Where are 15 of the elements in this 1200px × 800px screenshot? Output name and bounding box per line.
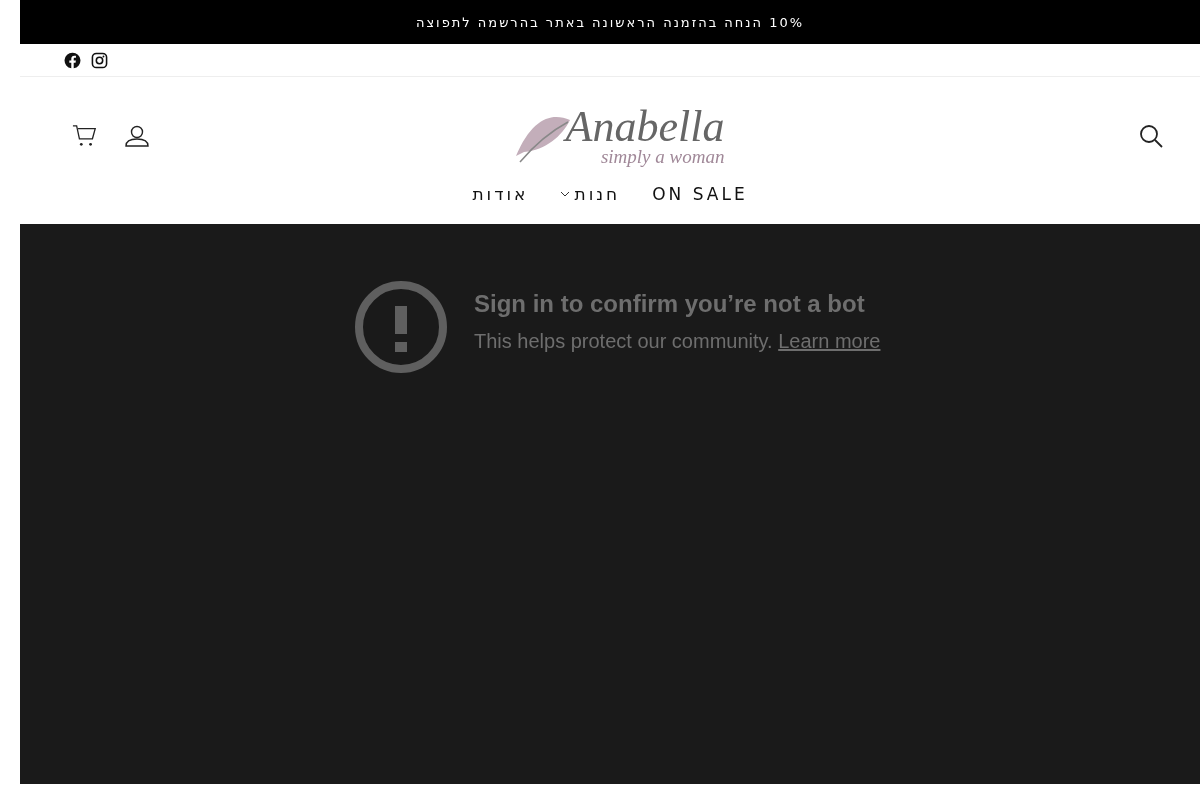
notice-title: Sign in to confirm you’re not a bot [474,290,866,318]
logo-tagline: simply a woman [600,147,725,166]
logo[interactable]: Anabella simply a woman [511,105,725,166]
nav-link[interactable]: ON SALE [652,184,748,204]
facebook-icon[interactable] [64,51,81,69]
nav-link[interactable]: חנות [560,184,621,204]
announcement-text: 10% הנחה בהזמנה הראשונה באתר בהרשמה לתפוצה [415,14,805,30]
nav-link[interactable]: אודות [472,184,529,204]
cart-icon[interactable] [72,122,98,149]
instagram-icon[interactable] [91,51,108,69]
search-icon[interactable] [1138,122,1164,149]
chevron-icon [560,191,571,197]
warning-icon [354,280,448,374]
logo-name: Anabella [565,105,725,149]
notice-text: This helps protect our community. Learn more [474,330,881,353]
